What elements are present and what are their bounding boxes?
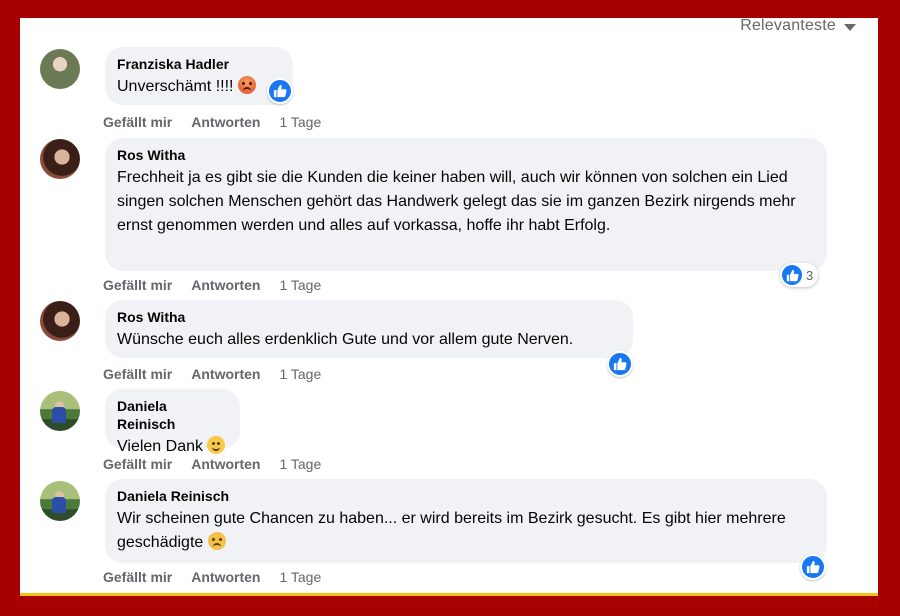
reaction-count: 3 xyxy=(806,267,814,283)
reply-link[interactable]: Antworten xyxy=(191,569,260,585)
comment-bubble: Daniela Reinisch Wir scheinen gute Chanc… xyxy=(105,479,827,563)
reply-link[interactable]: Antworten xyxy=(191,114,260,130)
comment-bubble: Ros Witha Wünsche euch alles erdenklich … xyxy=(105,300,633,358)
sort-label: Relevanteste xyxy=(740,18,836,34)
comment-bubble: Ros Witha Frechheit ja es gibt sie die K… xyxy=(105,138,827,271)
avatar[interactable] xyxy=(40,139,80,179)
comment-bubble: Daniela Reinisch Vielen Dank xyxy=(105,389,240,455)
comment-actions: Gefällt mir Antworten 1 Tage xyxy=(103,456,340,472)
like-link[interactable]: Gefällt mir xyxy=(103,456,172,472)
like-icon[interactable] xyxy=(267,78,293,104)
chevron-down-icon xyxy=(844,24,856,31)
like-link[interactable]: Gefällt mir xyxy=(103,569,172,585)
timestamp[interactable]: 1 Tage xyxy=(279,366,321,382)
like-link[interactable]: Gefällt mir xyxy=(103,114,172,130)
comment-author[interactable]: Daniela Reinisch xyxy=(117,487,815,505)
sort-dropdown[interactable]: Relevanteste xyxy=(740,18,856,35)
comment-text-row: Wir scheinen gute Chancen zu haben... er… xyxy=(117,507,815,555)
like-icon[interactable] xyxy=(607,351,633,377)
comments-panel: Relevanteste Franziska Hadler Unverschäm… xyxy=(20,18,878,596)
like-icon[interactable] xyxy=(800,554,826,580)
comment-actions: Gefällt mir Antworten 1 Tage xyxy=(103,366,340,382)
comment-author[interactable]: Ros Witha xyxy=(117,308,621,326)
reply-link[interactable]: Antworten xyxy=(191,277,260,293)
comment-text: Frechheit ja es gibt sie die Kunden die … xyxy=(117,169,796,234)
comment-text: Vielen Dank xyxy=(117,438,203,455)
comment-bubble: Franziska Hadler Unverschämt !!!! xyxy=(105,47,293,105)
reply-link[interactable]: Antworten xyxy=(191,456,260,472)
comment-actions: Gefällt mir Antworten 1 Tage xyxy=(103,114,340,130)
avatar[interactable] xyxy=(40,301,80,341)
smiling-face-icon xyxy=(207,436,226,454)
reply-link[interactable]: Antworten xyxy=(191,366,260,382)
angry-face-icon xyxy=(237,76,256,94)
timestamp[interactable]: 1 Tage xyxy=(279,569,321,585)
avatar[interactable] xyxy=(40,49,80,89)
like-icon xyxy=(782,265,802,285)
like-link[interactable]: Gefällt mir xyxy=(103,277,172,293)
avatar[interactable] xyxy=(40,391,80,431)
timestamp[interactable]: 1 Tage xyxy=(279,277,321,293)
comment-author[interactable]: Ros Witha xyxy=(117,146,815,164)
comment-actions: Gefällt mir Antworten 1 Tage xyxy=(103,569,340,585)
divider xyxy=(20,593,878,596)
sad-face-icon xyxy=(207,532,226,550)
comment-author[interactable]: Franziska Hadler xyxy=(117,55,281,73)
timestamp[interactable]: 1 Tage xyxy=(279,456,321,472)
comment-text-row: Unverschämt !!!! xyxy=(117,75,281,99)
reaction-summary[interactable]: 3 xyxy=(780,263,819,287)
comment-text: Wünsche euch alles erdenklich Gute und v… xyxy=(117,331,574,348)
comment-author[interactable]: Daniela Reinisch xyxy=(117,397,228,433)
avatar[interactable] xyxy=(40,481,80,521)
comment-text: Unverschämt !!!! xyxy=(117,78,234,95)
timestamp[interactable]: 1 Tage xyxy=(279,114,321,130)
comment-actions: Gefällt mir Antworten 1 Tage xyxy=(103,277,340,293)
like-link[interactable]: Gefällt mir xyxy=(103,366,172,382)
